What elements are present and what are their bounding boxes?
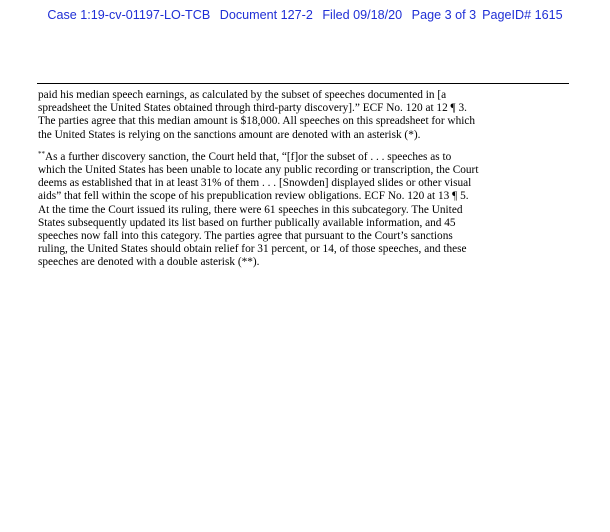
footnote-line: paid his median speech earnings, as calc… bbox=[38, 89, 447, 101]
case-number: Case 1:19-cv-01197-LO-TCB bbox=[47, 8, 211, 22]
footnote-continued: paid his median speech earnings, as calc… bbox=[38, 89, 572, 142]
page-id: PageID# 1615 bbox=[482, 8, 563, 22]
footnote-line: ruling, the United States should obtain … bbox=[38, 243, 467, 256]
footnote-double-asterisk: **As a further discovery sanction, the C… bbox=[38, 149, 572, 270]
footnote-line: States subsequently updated its list bas… bbox=[38, 216, 456, 229]
filed-date: Filed 09/18/20 bbox=[322, 8, 403, 22]
footnote-line: speeches now fall into this category. Th… bbox=[38, 230, 453, 243]
footnote-line: spreadsheet the United States obtained t… bbox=[38, 102, 467, 115]
document-number: Document 127-2 bbox=[219, 8, 313, 22]
footnote-line: As a further discovery sanction, the Cou… bbox=[45, 150, 452, 163]
footnote-divider bbox=[37, 83, 569, 84]
footnote-line: which the United States has been unable … bbox=[38, 164, 479, 177]
case-header: Case 1:19-cv-01197-LO-TCB Document 127-2… bbox=[0, 8, 610, 22]
footnotes: paid his median speech earnings, as calc… bbox=[38, 89, 572, 270]
footnote-first-line: **As a further discovery sanction, the C… bbox=[38, 149, 572, 164]
footnote-line: At the time the Court issued its ruling,… bbox=[38, 203, 463, 216]
footnote-line: speeches are denoted with a double aster… bbox=[38, 256, 260, 269]
footnote-marker: ** bbox=[38, 149, 45, 158]
footnote-line: aids” that fell within the scope of his … bbox=[38, 190, 469, 203]
footnote-line: the United States is relying on the sanc… bbox=[38, 128, 421, 141]
footnote-line: The parties agree that this median amoun… bbox=[38, 115, 476, 128]
footnote-line: deems as established that in at least 31… bbox=[38, 177, 472, 190]
page-count: Page 3 of 3 bbox=[411, 8, 477, 22]
